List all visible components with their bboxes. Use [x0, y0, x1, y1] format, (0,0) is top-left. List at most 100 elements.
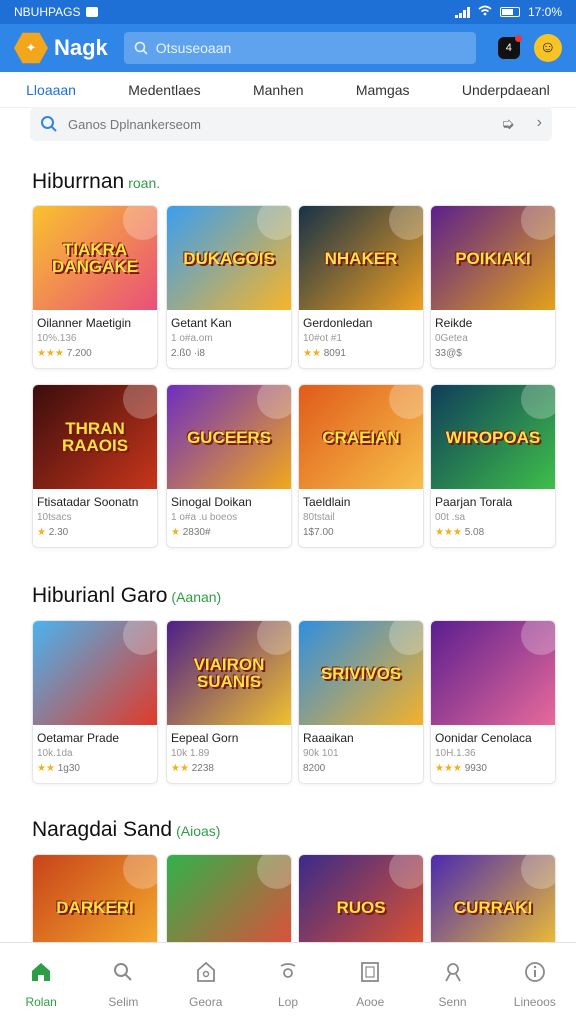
app-bar: ✦ Nagk Otsuseoaan 4 ☺ — [0, 24, 576, 72]
nav-label: Aooe — [356, 994, 385, 1009]
game-artwork: SRIVIVOS — [299, 621, 423, 725]
info-icon — [522, 959, 548, 985]
notification-count: 4 — [505, 42, 512, 54]
search-icon — [134, 41, 148, 55]
star-icon: ★★★ — [37, 348, 64, 359]
rating-value: 1$7.00 — [303, 527, 334, 538]
game-artwork — [33, 621, 157, 725]
game-rating: ★★ 2238 — [167, 759, 291, 774]
game-card[interactable]: WIROPOAS Paarjan Torala 00t .sa ★★★ 5.08 — [430, 384, 556, 548]
nav-item-store[interactable]: Geora — [165, 943, 247, 1024]
game-artwork: POIKIAKI — [431, 206, 555, 310]
game-card[interactable]: TIAKRA DANGAKE Oilanner Maetigin 10%.136 ★★… — [32, 205, 158, 369]
nav-item-search[interactable]: Selim — [82, 943, 164, 1024]
tab-underpdaeanl[interactable]: Underpdaeanl — [462, 82, 550, 98]
game-artwork: THRAN RAAOIS — [33, 385, 157, 489]
rating-value: 2830# — [182, 527, 211, 538]
battery-icon — [499, 7, 520, 17]
notification-icon[interactable]: 4 — [497, 35, 522, 59]
rating-value: 5.08 — [464, 527, 485, 538]
nav-item-info[interactable]: Lineoos — [494, 943, 576, 1024]
game-artwork — [431, 621, 555, 725]
game-title: Taeldlain — [303, 495, 351, 509]
game-meta: 10k.1da — [37, 748, 73, 759]
game-card[interactable]: NHAKER Gerdonledan 10#ot #1 ★★ 8091 — [298, 205, 424, 369]
game-rating: ★★ 8091 — [299, 344, 423, 359]
game-artwork: CRAEIAN — [299, 385, 423, 489]
game-card[interactable]: SRIVIVOS Raaaikan 90k 101 8200 — [298, 620, 424, 784]
carrier-label: NBUHPAGS — [14, 5, 81, 19]
game-card[interactable]: Oetamar Prade 10k.1da ★★ 1g30 — [32, 620, 158, 784]
game-artwork-title: RUOS — [336, 897, 386, 917]
rating-value: 2.30 — [48, 527, 69, 538]
star-icon: ★ — [37, 527, 46, 538]
game-artwork: VIAIRON SUANIS — [167, 621, 291, 725]
app-name: Nagk — [54, 35, 108, 60]
artwork-decoration — [257, 385, 291, 419]
nav-item-game[interactable]: Lop — [247, 943, 329, 1024]
rating-value: 2.ß0 ·i8 — [171, 348, 205, 359]
game-rating: ★★★ 7.200 — [33, 344, 157, 359]
wifi-icon — [478, 5, 492, 19]
game-rating: ★ 2830# — [167, 523, 291, 538]
rating-value: 1g30 — [57, 763, 80, 774]
game-artwork-title: POIKIAKI — [455, 248, 531, 268]
tab-medentlaes[interactable]: Medentlaes — [128, 82, 200, 98]
game-title: Oilanner Maetigin — [37, 316, 132, 330]
rating-value: 33@$ — [435, 348, 462, 359]
app-search-bar[interactable]: Otsuseoaan — [123, 32, 476, 64]
tab-manhen[interactable]: Manhen — [253, 82, 304, 98]
game-artwork-title: VIAIRON SUANIS — [193, 655, 265, 691]
game-title: Sinogal Doikan — [171, 495, 252, 509]
nav-item-home[interactable]: Rolan — [0, 943, 82, 1024]
game-rating: 8200 — [299, 759, 423, 774]
nav-label: Geora — [189, 994, 223, 1009]
tab-mamgas[interactable]: Mamgas — [356, 82, 410, 98]
game-meta: 80tstail — [303, 512, 335, 523]
game-artwork: NHAKER — [299, 206, 423, 310]
star-icon: ★★ — [37, 763, 55, 774]
artwork-decoration — [123, 621, 157, 655]
game-title: Reikde — [435, 316, 473, 330]
nav-label: Lop — [277, 994, 298, 1009]
artwork-decoration — [389, 385, 423, 419]
game-title: Oonidar Cenolaca — [435, 731, 532, 745]
game-artwork-title: SRIVIVOS — [320, 663, 402, 683]
game-rating: 33@$ — [431, 344, 555, 359]
game-rating: 1$7.00 — [299, 523, 423, 538]
game-card[interactable]: Oonidar Cenolaca 10H.1.36 ★★★ 9930 — [430, 620, 556, 784]
artwork-decoration — [521, 385, 555, 419]
game-artwork-title: THRAN RAAOIS — [61, 419, 129, 455]
section-title-accent: (Aanan) — [171, 589, 222, 605]
game-title: Eepeal Gorn — [171, 731, 239, 745]
nav-label: Rolan — [25, 994, 57, 1009]
section-title: Naragdai Sand (Aioas) — [32, 818, 220, 842]
nav-item-library[interactable]: Aooe — [329, 943, 411, 1024]
rating-value: 2238 — [191, 763, 214, 774]
forward-icon[interactable]: ➭ — [501, 114, 514, 134]
avatar[interactable]: ☺ — [533, 34, 562, 62]
game-card[interactable]: VIAIRON SUANIS Eepeal Gorn 10k 1.89 ★★ 2238 — [166, 620, 292, 784]
game-artwork-title: CRAEIAN — [322, 427, 400, 447]
game-search-bar[interactable]: Ganos Dplnankerseom ➭ › — [30, 107, 552, 141]
game-card[interactable]: GUCEERS Sinogal Doikan 1 o#a .u boeos ★ 283… — [166, 384, 292, 548]
home-icon — [28, 959, 54, 985]
game-card[interactable]: POIKIAKI Reikde 0Getea 33@$ — [430, 205, 556, 369]
artwork-decoration — [389, 206, 423, 240]
tab-lloaaan[interactable]: Lloaaan — [26, 82, 76, 98]
game-card[interactable]: CRAEIAN Taeldlain 80tstail 1$7.00 — [298, 384, 424, 548]
nav-item-profile[interactable]: Senn — [411, 943, 493, 1024]
game-card[interactable]: THRAN RAAOIS Ftisatadar Soonatn 10tsacs ★ 2… — [32, 384, 158, 548]
game-artwork-title: DUKAGOIS — [183, 248, 275, 268]
game-artwork: WIROPOAS — [431, 385, 555, 489]
game-rating: ★★★ 5.08 — [431, 523, 555, 538]
notification-indicator-icon — [86, 7, 99, 17]
chevron-right-icon[interactable]: › — [537, 114, 542, 134]
game-icon — [275, 959, 301, 985]
game-rating: 2.ß0 ·i8 — [167, 344, 291, 359]
section-title-text: Hiburrnan — [32, 170, 125, 193]
game-rating: ★★★ 9930 — [431, 759, 555, 774]
game-card[interactable]: DUKAGOIS Getant Kan 1 o#a.om 2.ß0 ·i8 — [166, 205, 292, 369]
app-logo-icon[interactable]: ✦ — [14, 32, 48, 64]
game-meta: 10tsacs — [37, 512, 72, 523]
